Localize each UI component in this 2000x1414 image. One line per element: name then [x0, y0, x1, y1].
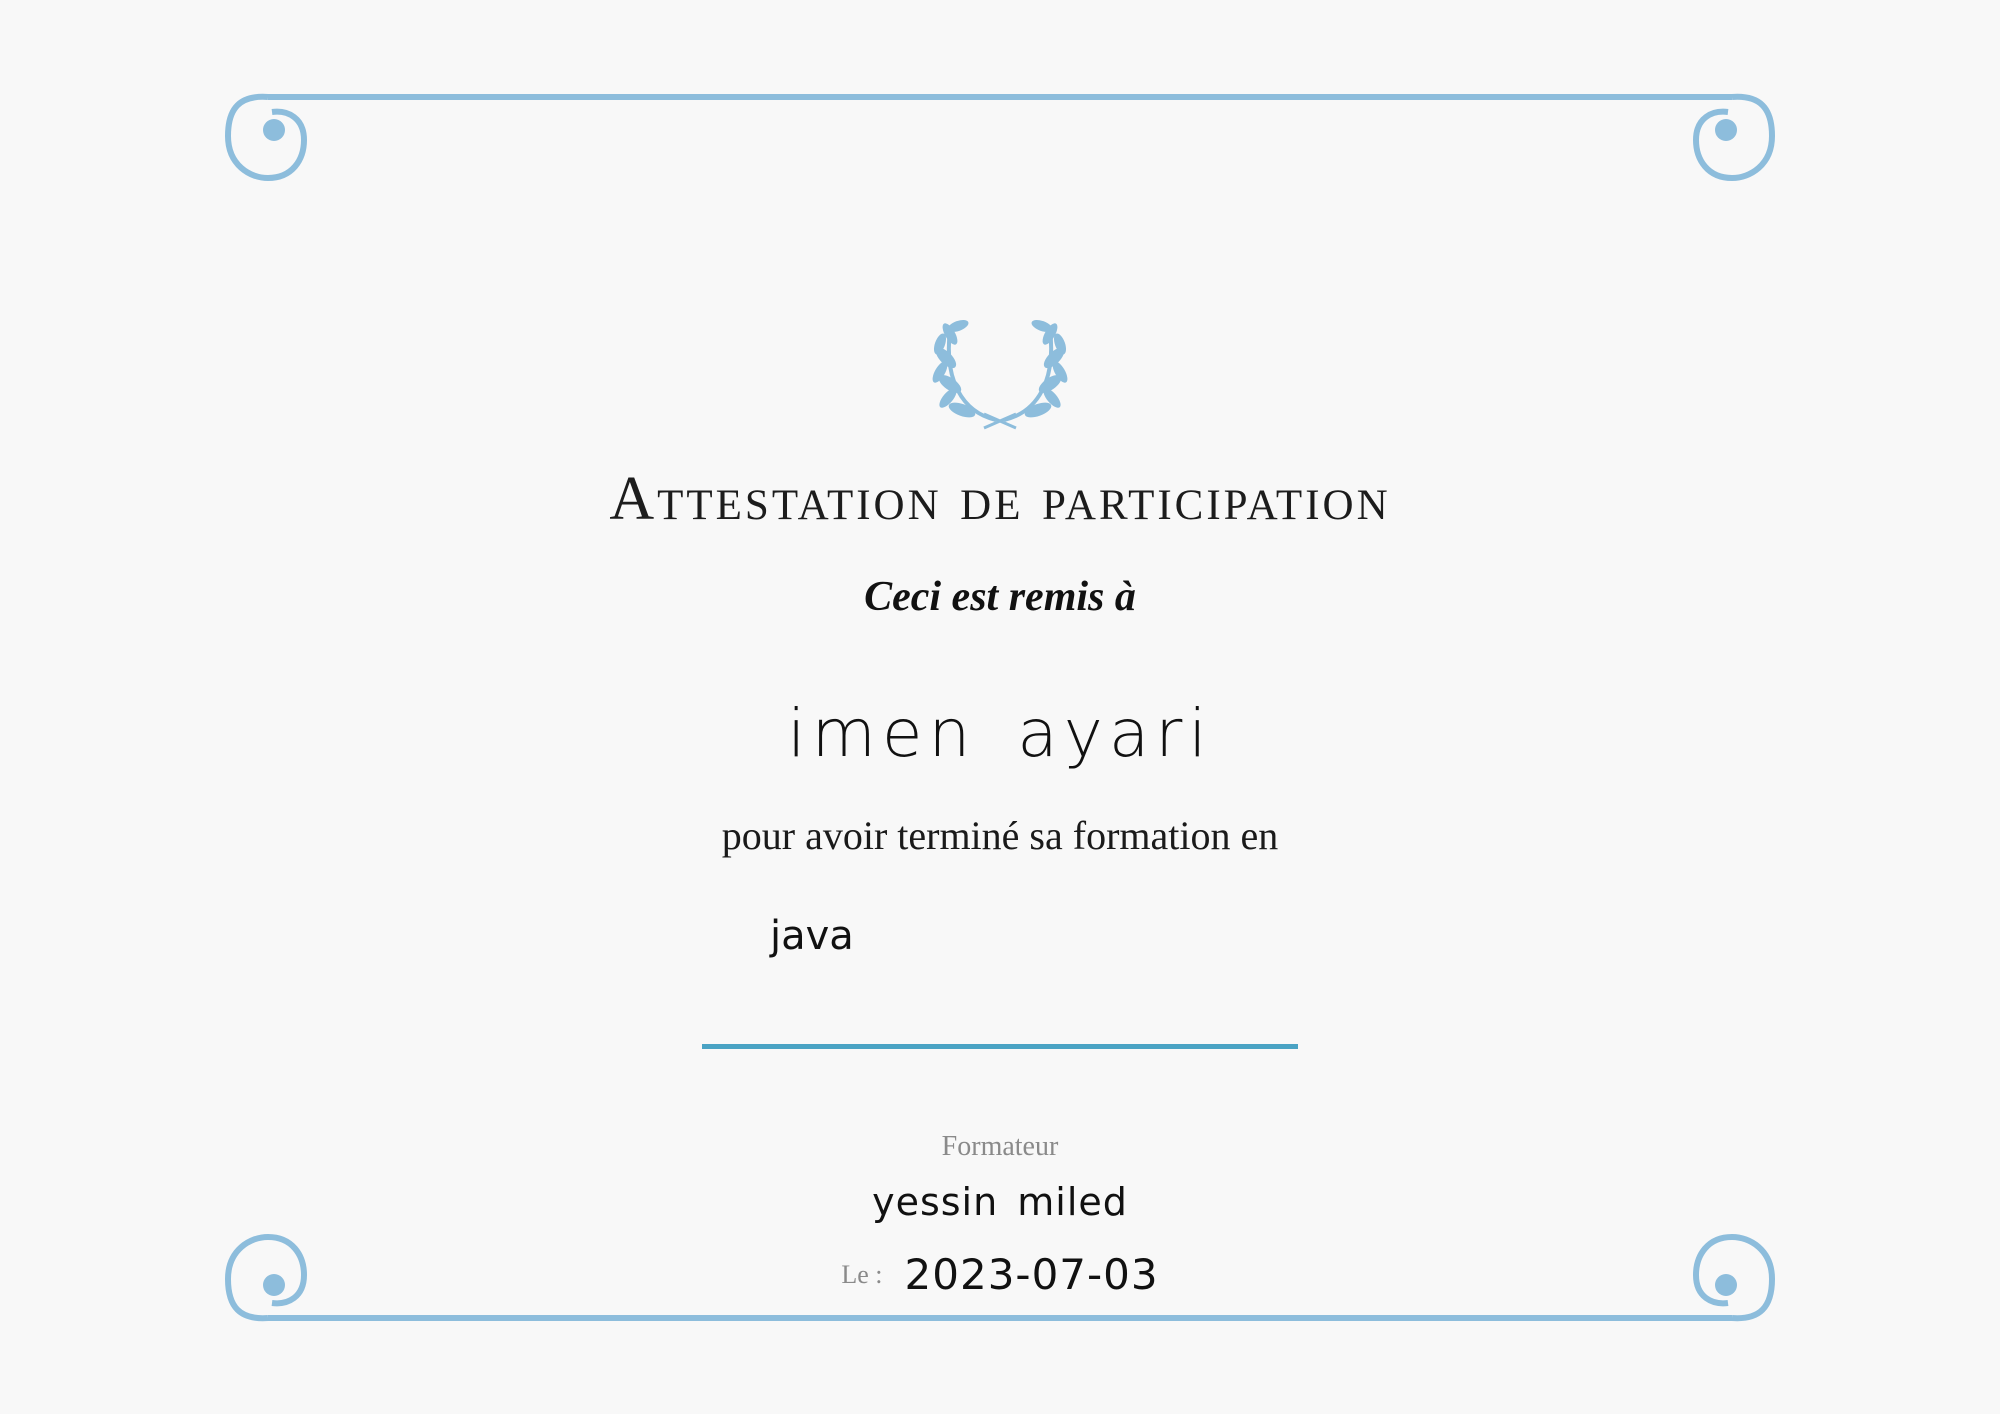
certificate-subtitle: Ceci est remis à	[864, 574, 1136, 620]
date-value: 2023-07-03	[904, 1250, 1159, 1299]
scroll-curl-top-left-icon	[224, 93, 308, 182]
signature-divider	[702, 1044, 1298, 1049]
course-name: java	[770, 913, 854, 959]
trainer-name: yessin miled	[872, 1180, 1128, 1224]
trainer-label: Formateur	[941, 1131, 1059, 1162]
recipient-name: imen ayari	[787, 695, 1213, 772]
date-row: Le : 2023-07-03	[0, 1250, 2000, 1299]
laurel-wreath-icon	[932, 319, 1068, 430]
certificate-page: Attestation de participation Ceci est re…	[0, 0, 2000, 1414]
scroll-curl-top-right-icon	[1692, 93, 1776, 182]
certificate-title: Attestation de participation	[609, 465, 1391, 533]
date-label: Le :	[841, 1259, 883, 1289]
completion-reason: pour avoir terminé sa formation en	[721, 813, 1279, 858]
